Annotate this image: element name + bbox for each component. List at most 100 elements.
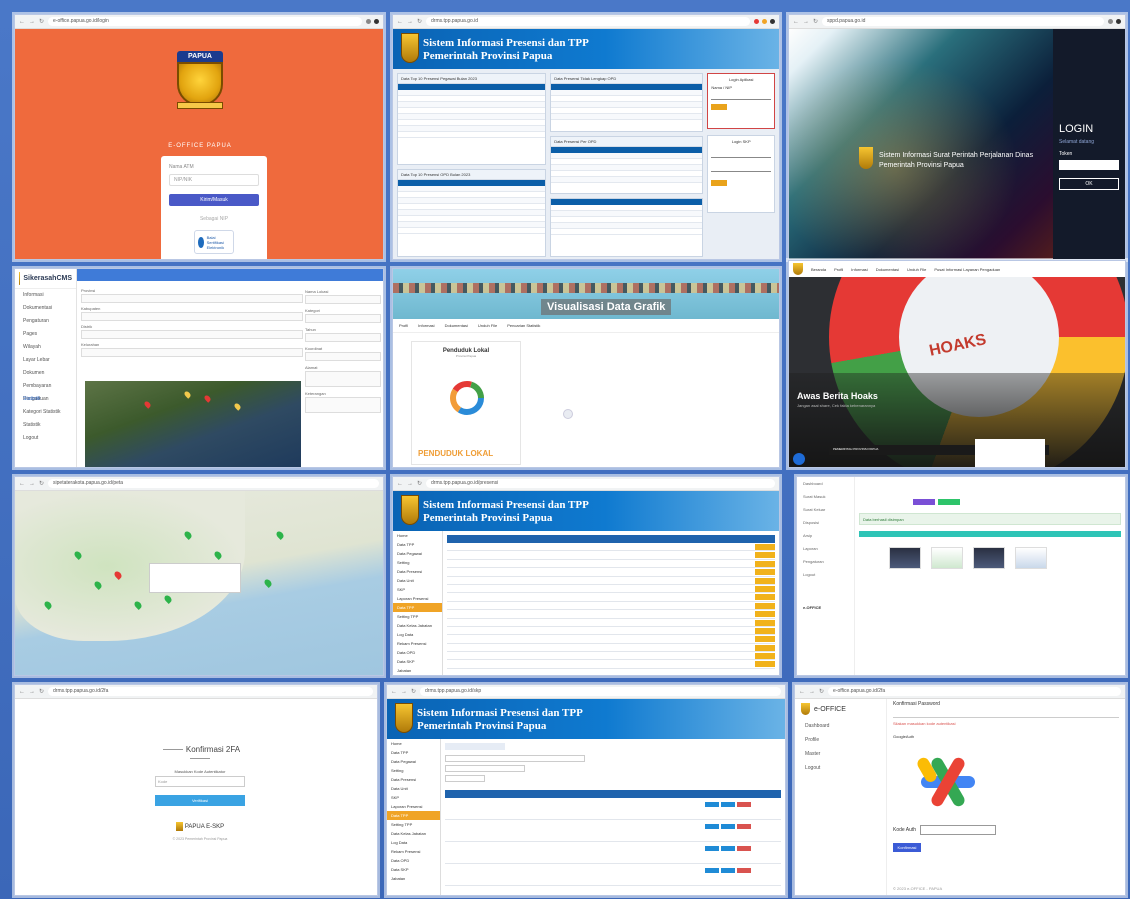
sidebar-item[interactable]: Data Unit (387, 784, 440, 793)
skp-login-button[interactable] (711, 180, 728, 186)
nav-item[interactable]: Dokumentasi (876, 267, 899, 272)
alamat-textarea[interactable] (305, 371, 381, 387)
reload-icon[interactable]: ↻ (411, 688, 416, 695)
sidebar-item[interactable]: Data OPD (387, 856, 440, 865)
sidebar-item[interactable]: Data Presensi (387, 775, 440, 784)
satellite-map[interactable] (85, 381, 301, 467)
nav-item[interactable]: Profil (834, 267, 843, 272)
attachment-thumbnail[interactable] (1015, 547, 1047, 569)
kategori-select[interactable] (305, 314, 381, 323)
sidebar-item[interactable]: Setting (387, 766, 440, 775)
menu-item[interactable]: Informasi (418, 323, 434, 328)
sidebar-item[interactable]: Disposisi (797, 516, 854, 529)
sidebar-item[interactable]: Data SKP (393, 657, 442, 666)
sidebar-item-logout[interactable]: Logout (15, 432, 76, 445)
sidebar-item[interactable]: Pembayaran Pengaduan (15, 380, 76, 402)
tahun-input[interactable] (305, 333, 381, 342)
sidebar-item[interactable]: Dokumen (15, 367, 76, 380)
help-icon[interactable] (793, 453, 805, 465)
login-submit-button[interactable] (711, 104, 728, 110)
sidebar-item[interactable]: Pengaturan (797, 555, 854, 568)
sidebar-item[interactable]: Log Data (387, 838, 440, 847)
sidebar-item[interactable]: Laporan Presensi (393, 594, 442, 603)
map-pin-icon[interactable] (233, 402, 242, 411)
menu-item[interactable]: Profil (399, 323, 408, 328)
confirm-button[interactable]: Konfirmasi (893, 843, 921, 852)
sidebar-item[interactable]: Data TPP (387, 748, 440, 757)
sidebar-item[interactable]: Profile (795, 733, 886, 747)
sidebar-item[interactable]: Surat Keluar (797, 503, 854, 516)
provinsi-select[interactable] (81, 294, 303, 303)
sidebar-item[interactable]: Data Pegawai (387, 757, 440, 766)
skp-password-input[interactable] (711, 166, 771, 172)
sidebar-item[interactable]: Data Kelas Jabatan (393, 621, 442, 630)
sidebar-item[interactable]: Pages (15, 328, 76, 341)
sidebar-subitem[interactable]: Kategori Statistik (15, 406, 76, 419)
reload-icon[interactable]: ↻ (417, 480, 422, 487)
sidebar-item[interactable]: Arsip (797, 529, 854, 542)
sidebar-item[interactable]: Data Presensi (393, 567, 442, 576)
back-icon[interactable]: ← (19, 689, 25, 695)
reload-icon[interactable]: ↻ (39, 688, 44, 695)
action-button[interactable] (913, 499, 935, 505)
ok-button[interactable]: OK (1059, 178, 1119, 190)
map-pin-icon[interactable] (275, 530, 285, 540)
verify-button[interactable]: Verifikasi (155, 795, 245, 806)
sidebar-item[interactable]: Log Data (393, 630, 442, 639)
nav-item[interactable]: Informasi (851, 267, 867, 272)
alt-login-link[interactable]: Sebagai NIP (169, 216, 259, 222)
back-icon[interactable]: ← (793, 19, 799, 25)
sidebar-item[interactable]: Laporan (797, 542, 854, 555)
sidebar-item[interactable]: Setting TPP (393, 612, 442, 621)
keterangan-textarea[interactable] (305, 397, 381, 413)
reload-icon[interactable]: ↻ (39, 18, 44, 25)
sidebar-item[interactable]: Data TPP (393, 540, 442, 549)
back-icon[interactable]: ← (19, 19, 25, 25)
sidebar-item-active[interactable]: Data TPP (393, 603, 442, 612)
sidebar-subitem[interactable]: Statistik (15, 419, 76, 432)
sidebar-item-active[interactable]: Data TPP (387, 811, 440, 820)
sidebar-item[interactable]: Surat Masuk (797, 490, 854, 503)
sidebar-item[interactable]: Data SKP (387, 865, 440, 874)
video-thumbnail[interactable] (975, 439, 1045, 467)
sidebar-item[interactable]: Logout (795, 761, 886, 775)
sidebar-item[interactable]: Jabatan (387, 874, 440, 883)
back-icon[interactable]: ← (397, 481, 403, 487)
kabupaten-select[interactable] (81, 312, 303, 321)
forward-icon[interactable]: → (809, 689, 815, 695)
login-button[interactable]: Kirim/Masuk (169, 194, 259, 206)
sidebar-item[interactable]: Setting (393, 558, 442, 567)
forward-icon[interactable]: → (29, 19, 35, 25)
nip-input[interactable]: NIP/NIK (169, 174, 259, 186)
map-pin-icon[interactable] (143, 400, 152, 409)
2fa-code-input[interactable]: Kode (155, 776, 245, 787)
map-pin-icon[interactable] (183, 390, 192, 399)
address-bar[interactable]: e-office.papua.go.id/login (48, 17, 362, 26)
map-pin-icon[interactable] (263, 578, 273, 588)
sidebar-item[interactable]: Home (387, 739, 440, 748)
sidebar-item[interactable]: SKP (387, 793, 440, 802)
sidebar-item[interactable]: SKP (393, 585, 442, 594)
street-map[interactable] (15, 491, 383, 675)
login-input[interactable] (711, 94, 771, 100)
chart-card[interactable]: Penduduk Lokal Provinsi Papua PENDUDUK L… (411, 341, 521, 465)
koordinat-input[interactable] (305, 352, 381, 361)
address-bar[interactable]: drms.tpp.papua.go.id (426, 17, 750, 26)
address-bar[interactable]: drms.tpp.papua.go.id/skp (420, 687, 781, 696)
address-bar[interactable]: sppd.papua.go.id (822, 17, 1104, 26)
code-input[interactable] (920, 825, 997, 835)
nav-item[interactable]: Unduh File (907, 267, 926, 272)
sidebar-item[interactable]: Setting TPP (387, 820, 440, 829)
sidebar-item[interactable]: Data Unit (393, 576, 442, 585)
forward-icon[interactable]: → (803, 19, 809, 25)
sidebar-item[interactable]: Rekam Presensi (393, 639, 442, 648)
back-icon[interactable]: ← (397, 19, 403, 25)
nama-lokasi-input[interactable] (305, 295, 381, 304)
password-input[interactable] (893, 709, 1119, 718)
forward-icon[interactable]: → (407, 481, 413, 487)
reload-icon[interactable]: ↻ (417, 18, 422, 25)
unit-select[interactable] (445, 755, 585, 762)
attachment-thumbnail[interactable] (973, 547, 1005, 569)
sidebar-item[interactable]: Pengaturan (15, 315, 76, 328)
sidebar-item[interactable]: Data Pegawai (393, 549, 442, 558)
